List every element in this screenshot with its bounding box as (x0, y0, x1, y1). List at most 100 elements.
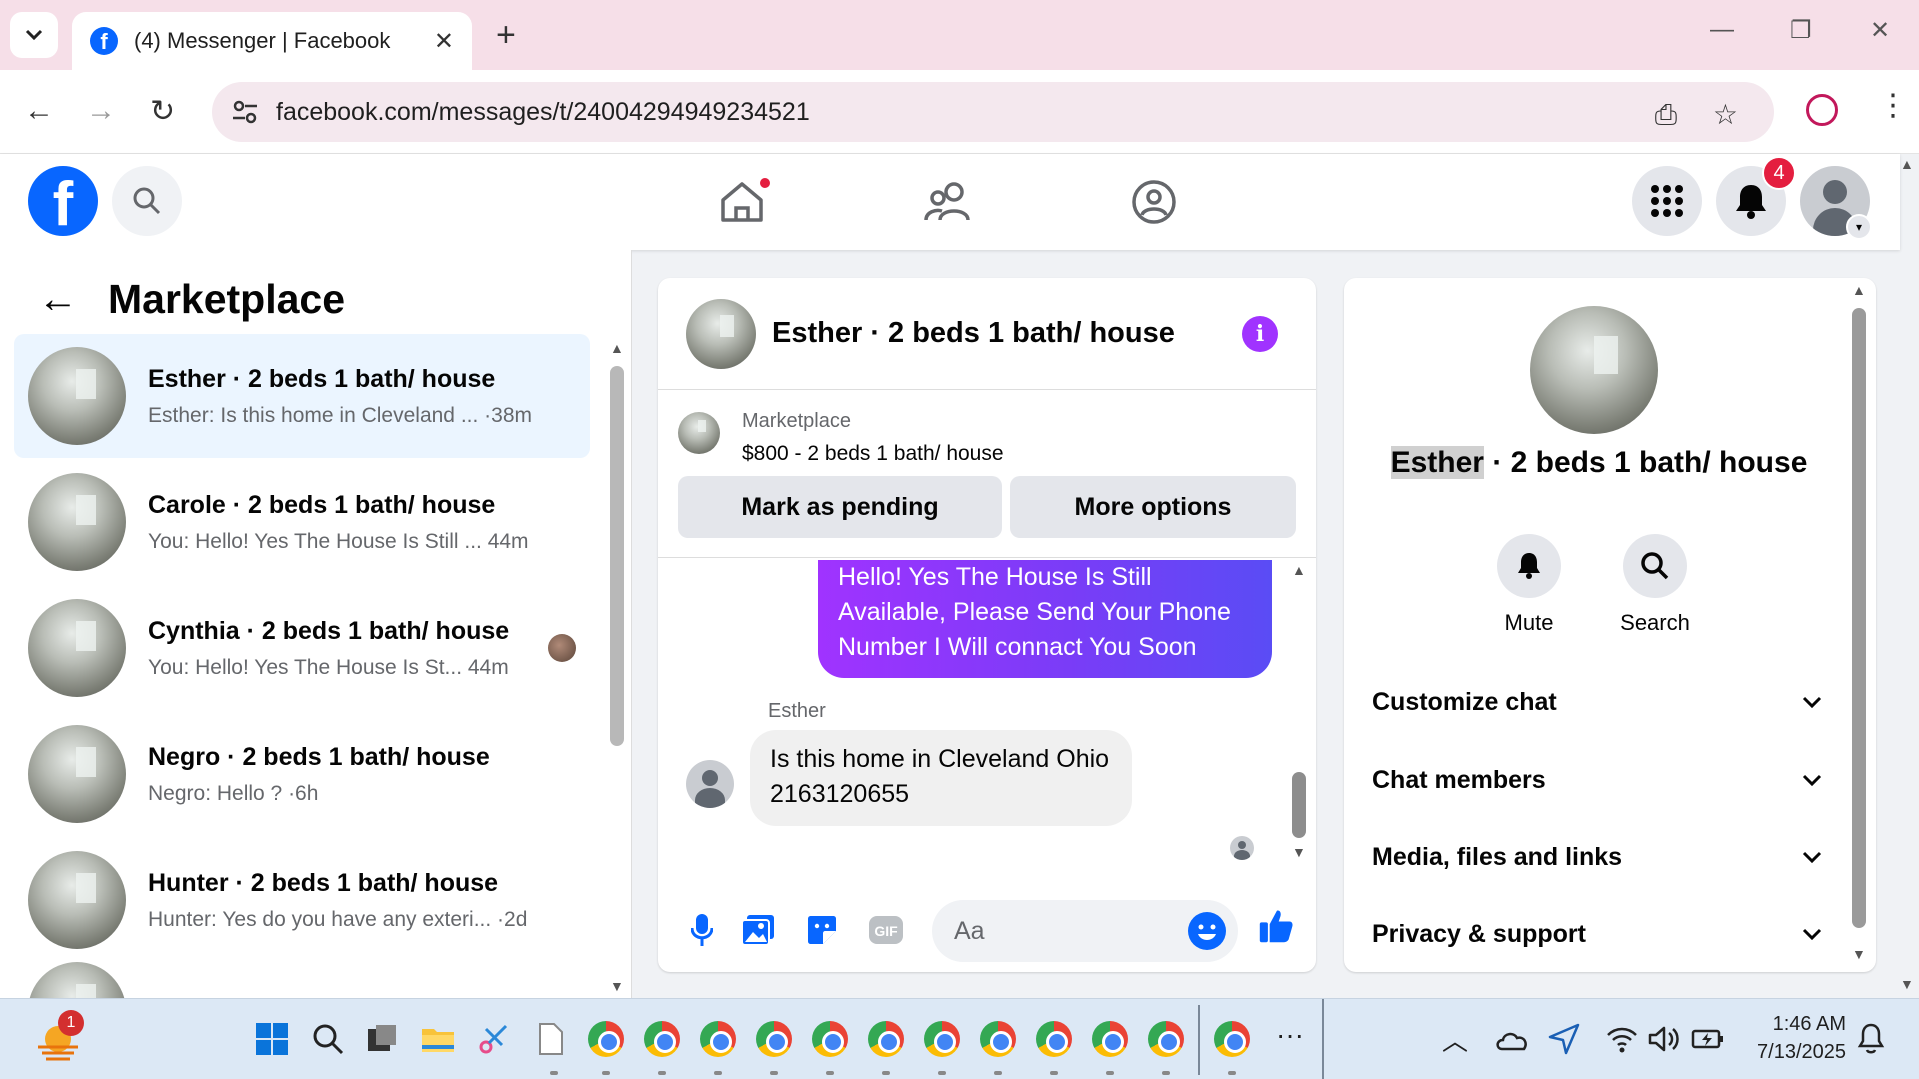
reload-button[interactable]: ↻ (150, 94, 175, 129)
back-button[interactable]: ← (24, 94, 54, 128)
running-indicator (1228, 1071, 1236, 1075)
task-view-icon[interactable] (364, 1021, 400, 1057)
tab-close-icon[interactable]: ✕ (434, 27, 454, 56)
facebook-logo[interactable]: f (28, 166, 98, 236)
browser-menu-icon[interactable]: ⋮ (1878, 88, 1908, 123)
url-actions: ⎙ ☆ (1655, 98, 1738, 132)
notepad-icon[interactable] (532, 1021, 568, 1057)
home-unread-dot (758, 176, 772, 190)
chat-header: Esther · 2 beds 1 bath/ house i (658, 278, 1316, 390)
clock-date[interactable]: 7/13/2025 (1746, 1041, 1846, 1064)
chat-avatar[interactable] (686, 298, 756, 369)
scroll-down-arrow[interactable]: ▼ (1852, 946, 1866, 962)
minimize-button[interactable]: — (1710, 16, 1734, 44)
tab-search-button[interactable] (10, 12, 58, 58)
listing-price[interactable]: $800 - 2 beds 1 bath/ house (742, 442, 1004, 466)
scroll-down-arrow[interactable]: ▼ (610, 978, 624, 994)
media-files-links-section[interactable]: Media, files and links (1372, 832, 1822, 882)
sender-name: Esther (768, 700, 826, 722)
message-thread: Hello! Yes The House Is Still Available,… (658, 560, 1316, 870)
search-action[interactable]: Search (1610, 534, 1700, 636)
clock-time[interactable]: 1:46 AM (1766, 1013, 1846, 1036)
notification-center-icon[interactable] (1856, 1021, 1886, 1057)
mark-as-pending-button[interactable]: Mark as pending (678, 476, 1002, 538)
more-options-button[interactable]: More options (1010, 476, 1296, 538)
photo-icon[interactable] (740, 912, 776, 948)
windows-start-icon[interactable] (254, 1021, 290, 1057)
scroll-up-arrow[interactable]: ▲ (1852, 282, 1866, 298)
scroll-down-arrow[interactable]: ▼ (1292, 844, 1306, 860)
volume-icon[interactable] (1646, 1021, 1682, 1057)
scroll-up-arrow[interactable]: ▲ (610, 340, 624, 356)
chrome-taskbar-icon[interactable] (588, 1021, 624, 1057)
url-bar[interactable]: facebook.com/messages/t/2400429494923452… (212, 82, 1774, 142)
microphone-icon[interactable] (684, 912, 720, 948)
chrome-taskbar-icon[interactable] (868, 1021, 904, 1057)
page-scroll-down-arrow[interactable]: ▼ (1900, 976, 1914, 992)
sender-avatar[interactable] (686, 760, 734, 808)
install-app-icon[interactable]: ⎙ (1655, 99, 1677, 130)
close-window-button[interactable]: ✕ (1870, 16, 1890, 45)
chrome-taskbar-icon[interactable] (1036, 1021, 1072, 1057)
conversation-item-partial[interactable] (14, 962, 590, 998)
chevron-down-icon[interactable]: ▾ (1846, 214, 1872, 240)
more-apps-icon[interactable]: ··· (1276, 1019, 1304, 1051)
mute-action[interactable]: Mute (1484, 534, 1574, 636)
chrome-taskbar-icon[interactable] (756, 1021, 792, 1057)
page-scroll-up-arrow[interactable]: ▲ (1900, 156, 1914, 172)
chat-members-section[interactable]: Chat members (1372, 755, 1822, 805)
new-tab-button[interactable]: + (496, 16, 516, 55)
chrome-taskbar-icon[interactable] (1214, 1021, 1250, 1057)
scrollbar-thumb[interactable] (1292, 772, 1306, 838)
onedrive-cloud-icon[interactable] (1494, 1021, 1530, 1057)
forward-button[interactable]: → (86, 94, 116, 128)
conversation-item[interactable]: Cynthia · 2 beds 1 bath/ house You: Hell… (14, 586, 590, 710)
conversation-name: Negro · 2 beds 1 bath/ house (148, 742, 490, 771)
section-label: Customize chat (1372, 687, 1557, 716)
listing-photo[interactable] (1530, 306, 1658, 434)
scrollbar-thumb[interactable] (610, 366, 624, 746)
search-icon[interactable] (310, 1021, 346, 1057)
battery-charging-icon[interactable] (1690, 1021, 1726, 1057)
friends-tab[interactable] (918, 172, 978, 232)
chrome-taskbar-icon[interactable] (980, 1021, 1016, 1057)
search-button[interactable] (112, 166, 182, 236)
scrollbar-thumb[interactable] (1852, 308, 1866, 928)
restore-button[interactable]: ❐ (1790, 16, 1812, 45)
like-thumb-icon[interactable] (1258, 908, 1294, 944)
chevron-down-icon (1802, 928, 1822, 940)
chrome-taskbar-icon[interactable] (644, 1021, 680, 1057)
privacy-support-section[interactable]: Privacy & support (1372, 909, 1822, 959)
info-icon[interactable]: i (1242, 316, 1278, 352)
conversation-item[interactable]: Hunter · 2 beds 1 bath/ house Hunter: Ye… (14, 838, 590, 962)
site-info-icon[interactable] (230, 97, 260, 127)
conversation-item[interactable]: Carole · 2 beds 1 bath/ house You: Hello… (14, 460, 590, 584)
file-explorer-icon[interactable] (420, 1021, 456, 1057)
conversation-item[interactable]: Negro · 2 beds 1 bath/ house Negro: Hell… (14, 712, 590, 836)
section-label: Privacy & support (1372, 919, 1586, 948)
chat-title[interactable]: Esther · 2 beds 1 bath/ house (772, 317, 1175, 350)
snipping-tool-icon[interactable] (476, 1021, 512, 1057)
wifi-icon[interactable] (1604, 1021, 1640, 1057)
customize-chat-section[interactable]: Customize chat (1372, 677, 1822, 727)
menu-button[interactable] (1632, 166, 1702, 236)
chrome-taskbar-icon[interactable] (1092, 1021, 1128, 1057)
chrome-taskbar-icon[interactable] (924, 1021, 960, 1057)
groups-tab[interactable] (1124, 172, 1184, 232)
show-hidden-icons-chevron-icon[interactable]: ︿ (1442, 1021, 1468, 1058)
browser-tab-active[interactable]: f (4) Messenger | Facebook ✕ (72, 12, 472, 70)
gif-icon[interactable]: GIF (868, 912, 904, 948)
browser-profile-icon[interactable] (1806, 94, 1838, 126)
chrome-taskbar-icon[interactable] (700, 1021, 736, 1057)
bookmark-star-icon[interactable]: ☆ (1713, 99, 1738, 130)
chrome-taskbar-icon[interactable] (812, 1021, 848, 1057)
chrome-taskbar-icon[interactable] (1148, 1021, 1184, 1057)
listing-thumbnail[interactable] (678, 412, 720, 454)
scroll-up-arrow[interactable]: ▲ (1292, 562, 1306, 578)
sticker-icon[interactable] (804, 912, 840, 948)
emoji-icon[interactable] (1188, 912, 1226, 950)
location-arrow-icon[interactable] (1546, 1021, 1582, 1057)
conversation-item[interactable]: Esther · 2 beds 1 bath/ house Esther: Is… (14, 334, 590, 458)
back-arrow-icon[interactable]: ← (38, 277, 78, 322)
running-indicator (994, 1071, 1002, 1075)
